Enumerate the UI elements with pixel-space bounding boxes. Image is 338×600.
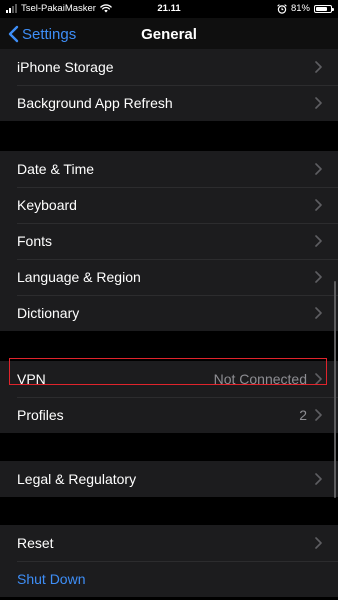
- row-label: Legal & Regulatory: [17, 471, 137, 487]
- chevron-right-icon: [315, 163, 322, 175]
- row-dictionary[interactable]: Dictionary: [0, 295, 338, 331]
- vpn-status-value: Not Connected: [213, 371, 307, 387]
- profiles-count-value: 2: [299, 407, 307, 423]
- chevron-right-icon: [315, 373, 322, 385]
- chevron-right-icon: [315, 473, 322, 485]
- chevron-right-icon: [315, 409, 322, 421]
- settings-group-storage: iPhone Storage Background App Refresh: [0, 49, 338, 121]
- chevron-right-icon: [315, 537, 322, 549]
- row-keyboard[interactable]: Keyboard: [0, 187, 338, 223]
- section-gap: [0, 121, 338, 151]
- settings-group-legal: Legal & Regulatory: [0, 461, 338, 497]
- row-label: Keyboard: [17, 197, 77, 213]
- row-label: iPhone Storage: [17, 59, 114, 75]
- row-label: Dictionary: [17, 305, 80, 321]
- settings-group-locale: Date & Time Keyboard Fonts Language & Re…: [0, 151, 338, 331]
- row-date-time[interactable]: Date & Time: [0, 151, 338, 187]
- status-right: 81%: [277, 3, 334, 14]
- settings-group-network: VPN Not Connected Profiles 2: [0, 361, 338, 433]
- chevron-right-icon: [315, 199, 322, 211]
- section-gap: [0, 433, 338, 461]
- settings-list[interactable]: iPhone Storage Background App Refresh Da…: [0, 49, 338, 600]
- settings-group-reset: Reset Shut Down: [0, 525, 338, 597]
- scrollbar[interactable]: [333, 281, 336, 498]
- chevron-right-icon: [315, 97, 322, 109]
- chevron-right-icon: [315, 61, 322, 73]
- page-title: General: [141, 26, 197, 43]
- shut-down-button[interactable]: Shut Down: [0, 561, 338, 597]
- row-label: Reset: [17, 535, 54, 551]
- chevron-right-icon: [315, 271, 322, 283]
- section-gap: [0, 331, 338, 361]
- battery-level: [316, 6, 328, 11]
- row-vpn[interactable]: VPN Not Connected: [0, 361, 338, 397]
- row-iphone-storage[interactable]: iPhone Storage: [0, 49, 338, 85]
- row-background-app-refresh[interactable]: Background App Refresh: [0, 85, 338, 121]
- row-legal-regulatory[interactable]: Legal & Regulatory: [0, 461, 338, 497]
- chevron-right-icon: [315, 235, 322, 247]
- alarm-icon: [277, 3, 287, 14]
- row-label: Background App Refresh: [17, 95, 173, 111]
- row-label: VPN: [17, 371, 46, 387]
- chevron-right-icon: [315, 307, 322, 319]
- status-bar: Tsel-PakaiMasker 21.11 81%: [0, 0, 338, 18]
- battery-percent: 81%: [290, 3, 310, 14]
- row-label: Profiles: [17, 407, 64, 423]
- row-label: Language & Region: [17, 269, 141, 285]
- section-gap: [0, 497, 338, 525]
- row-label: Date & Time: [17, 161, 95, 177]
- battery-icon: [314, 4, 334, 13]
- nav-bar: Settings General: [0, 18, 338, 52]
- row-language-region[interactable]: Language & Region: [0, 259, 338, 295]
- row-label: Shut Down: [17, 571, 86, 587]
- row-reset[interactable]: Reset: [0, 525, 338, 561]
- row-profiles[interactable]: Profiles 2: [0, 397, 338, 433]
- row-fonts[interactable]: Fonts: [0, 223, 338, 259]
- row-label: Fonts: [17, 233, 53, 249]
